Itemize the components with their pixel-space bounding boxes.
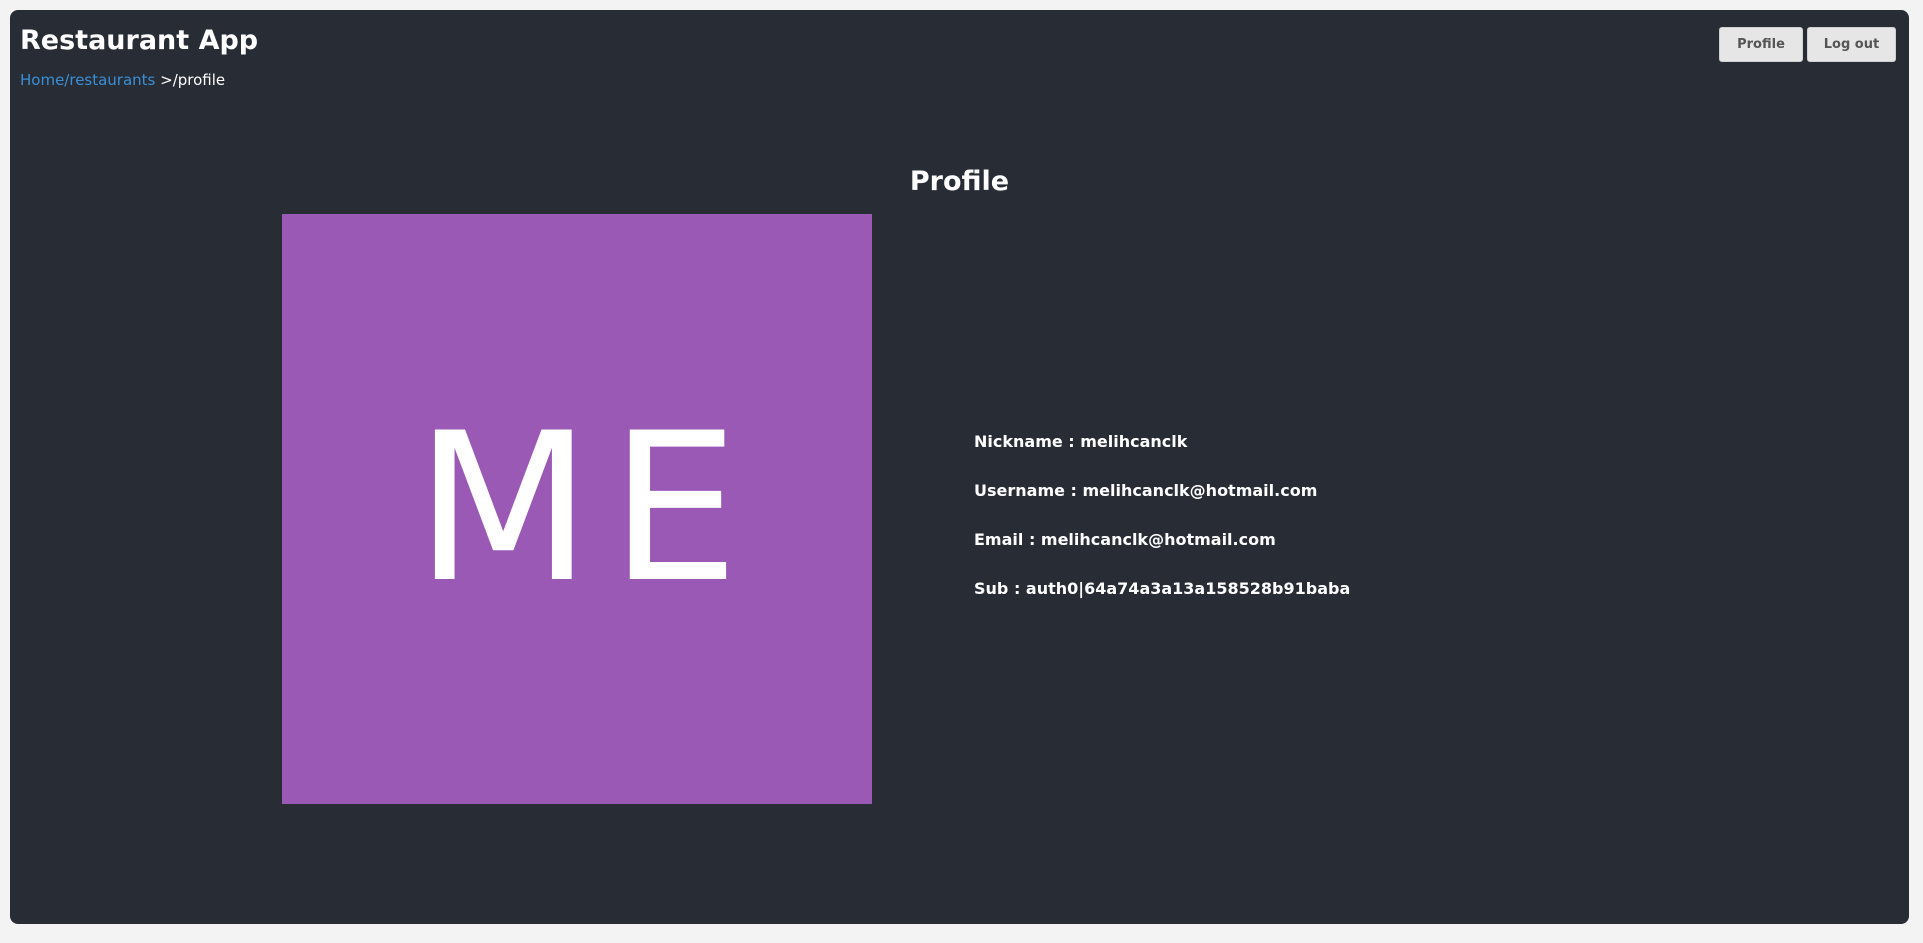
- page-title: Profile: [909, 166, 1010, 197]
- profile-button[interactable]: Profile: [1719, 27, 1803, 62]
- breadcrumb-home-link[interactable]: Home/restaurants: [20, 71, 155, 89]
- app-container: Restaurant App Home/restaurants >/profil…: [10, 10, 1909, 924]
- breadcrumb: Home/restaurants >/profile: [20, 71, 225, 89]
- breadcrumb-current: >/profile: [155, 71, 226, 89]
- profile-info: Nickname : melihcanclk Username : melihc…: [974, 432, 1350, 628]
- header-actions: Profile Log out: [1719, 27, 1896, 62]
- nickname-field: Nickname : melihcanclk: [974, 432, 1188, 451]
- avatar: ME: [282, 214, 872, 804]
- avatar-initials: ME: [414, 389, 758, 628]
- email-field: Email : melihcanclk@hotmail.com: [974, 530, 1276, 549]
- logout-button[interactable]: Log out: [1807, 27, 1896, 62]
- username-field: Username : melihcanclk@hotmail.com: [974, 481, 1318, 500]
- app-title: Restaurant App: [20, 25, 259, 56]
- sub-field: Sub : auth0|64a74a3a13a158528b91baba: [974, 579, 1351, 598]
